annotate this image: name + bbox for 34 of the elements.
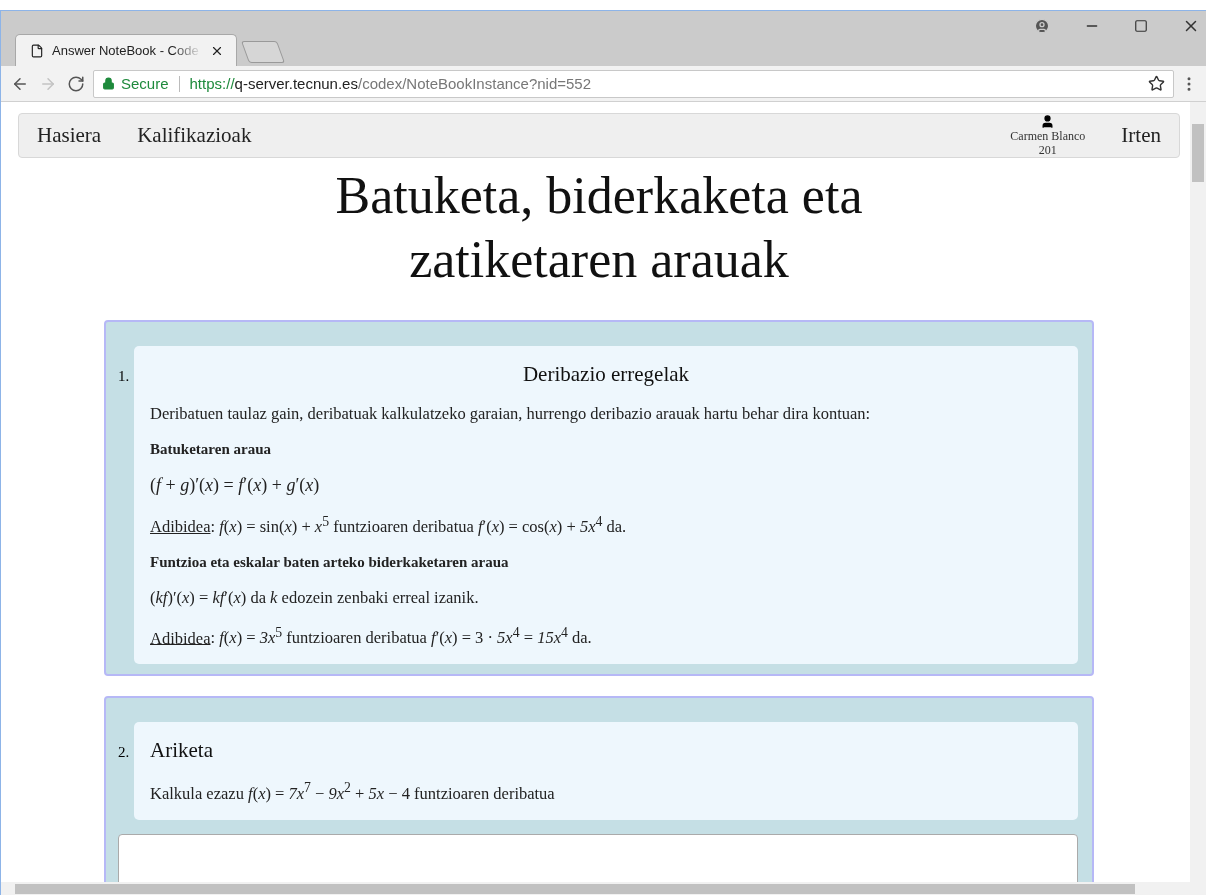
url-text: https://q-server.tecnun.es/codex/NoteBookInstance?nid=552: [189, 75, 593, 92]
card-heading: Ariketa: [150, 738, 214, 763]
example-text: : f(x) = sin(x) + x$^{5}$ funtzioaren deribatua f′(x) = cos(x) + 5x$^{4}$ da.: [210, 516, 627, 536]
page-title: Batuketa, biderkaketa eta zatiketaren arauak: [334, 166, 864, 290]
user-id: 201: [1038, 143, 1057, 157]
profile-icon[interactable]: [1034, 18, 1050, 34]
vertical-scrollbar[interactable]: [1190, 102, 1206, 882]
horizontal-scrollbar[interactable]: [1, 882, 1206, 895]
example-link[interactable]: Adibidea: [150, 516, 211, 536]
example-text: : f(x) = 3x$^{5}$ funtzioaren deribatua f′(x) = 3 · 5x$^{4}$ = 15x$^{4}$ da.: [210, 628, 592, 647]
browser-tab[interactable]: Answer NoteBook - Code: [15, 34, 237, 66]
example-link[interactable]: Adibidea: [150, 628, 211, 647]
reload-icon: [67, 74, 85, 93]
paragraph: Kalkula ezazu f(x) = 7x$^{7}$ − 9x$^{2}$ + 5x − 4 funtzioaren deribatua: [150, 780, 556, 804]
address-bar[interactable]: Secure https://q-server.tecnun.es/codex/NoteBookInstance?nid=552: [93, 69, 1174, 98]
maximize-icon[interactable]: [1134, 19, 1148, 33]
rule-heading: Batuketaren araua: [150, 441, 272, 458]
nav-link[interactable]: Kalifikazioak: [137, 123, 252, 148]
paragraph: (kf)′(x) = kf′(x) da k edozein zenbaki erreal izanik.: [150, 587, 480, 608]
user-name: Carmen Blanco: [1010, 129, 1086, 143]
card-heading: Deribazio erregelak: [521, 362, 691, 387]
user-icon: [1040, 114, 1056, 129]
page-icon: [30, 43, 44, 58]
tab-title: Answer NoteBook - Code: [52, 43, 200, 58]
item-number: 1.: [118, 367, 131, 385]
item-number: 2.: [118, 743, 131, 761]
paragraph: Deribatuen taulaz gain, deribatuak kalkulatzeko garaian, hurrengo deribazio arauak hartu behar dira kontuan:: [150, 404, 872, 424]
lock-icon: [102, 77, 115, 90]
rule-heading: Funtzioa eta eskalar baten arteko biderkaketaren araua: [150, 553, 510, 571]
formula: (f + g)′(x) = f′(x) + g′(x): [150, 475, 321, 496]
secure-label: Secure: [121, 75, 169, 92]
logout-link[interactable]: Irten: [1121, 123, 1161, 148]
bookmark-star-icon[interactable]: [1148, 75, 1165, 92]
nav-link[interactable]: Hasiera: [37, 123, 102, 148]
